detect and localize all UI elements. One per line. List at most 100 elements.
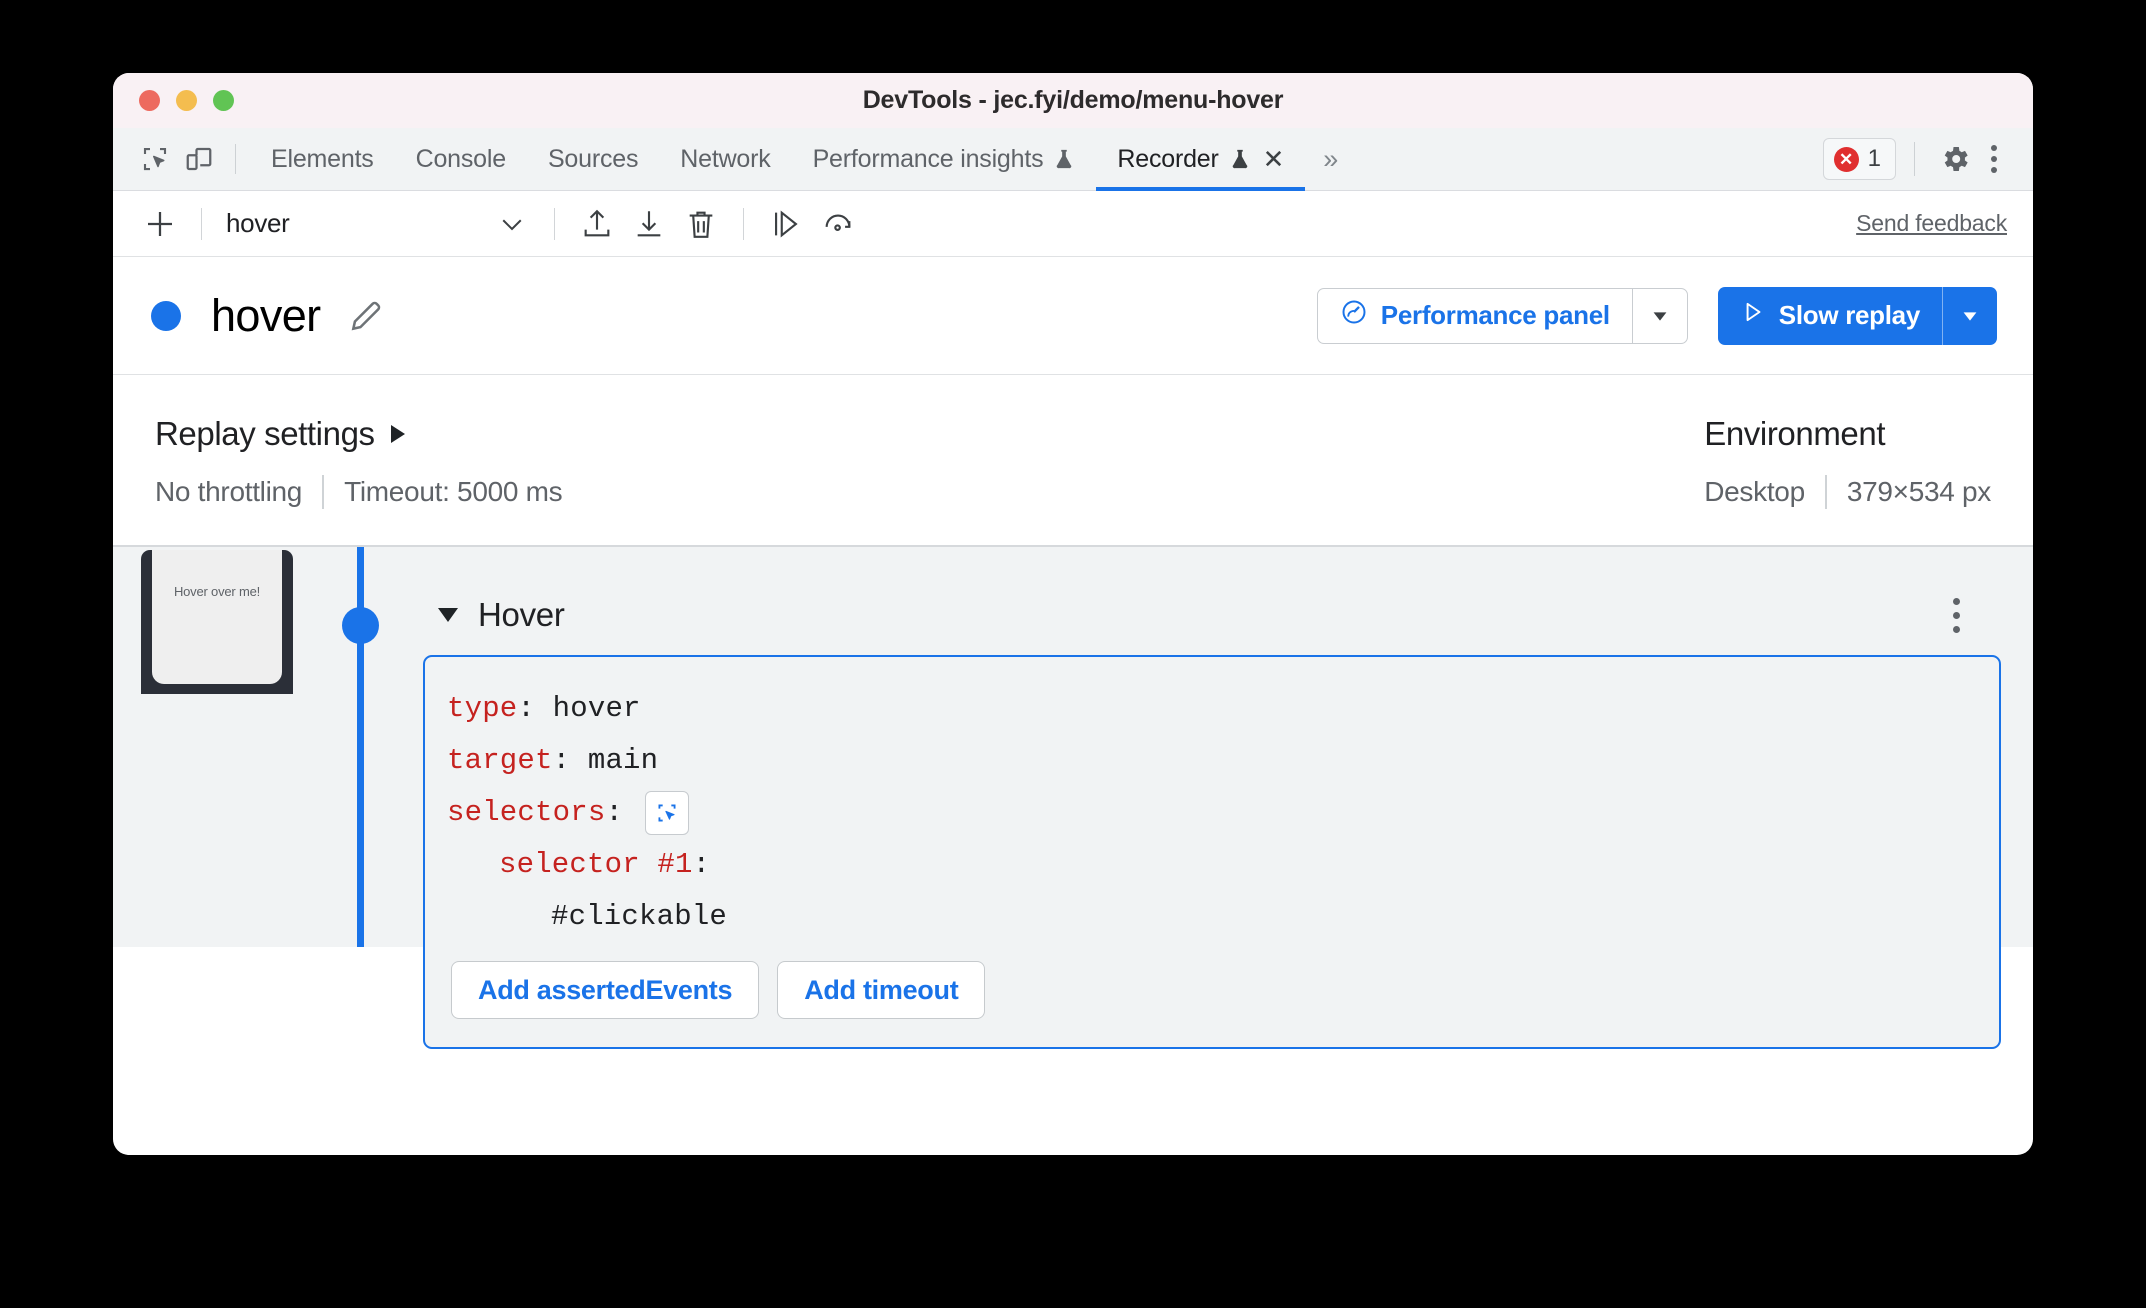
tab-performance-insights[interactable]: Performance insights: [792, 128, 1097, 191]
code-value-selector-1[interactable]: #clickable: [551, 891, 727, 943]
device-toolbar-icon[interactable]: [177, 137, 221, 181]
window-title: DevTools - jec.fyi/demo/menu-hover: [862, 86, 1284, 114]
slow-replay-main[interactable]: Slow replay: [1718, 287, 1942, 345]
code-line-selectors: selectors:: [447, 787, 1969, 839]
kebab-menu-icon[interactable]: [1939, 593, 1973, 637]
performance-panel-main[interactable]: Performance panel: [1318, 289, 1632, 343]
toolbar-divider: [235, 144, 236, 174]
performance-panel-label: Performance panel: [1380, 300, 1610, 330]
replay-icon[interactable]: [812, 199, 864, 249]
toolbar-divider: [1914, 142, 1915, 176]
devtools-tabbar: Elements Console Sources Network Perform…: [113, 128, 2033, 191]
step-icon[interactable]: [760, 199, 812, 249]
gear-icon[interactable]: [1933, 137, 1977, 181]
tab-label: Console: [415, 144, 507, 173]
toolbar-divider: [201, 207, 202, 240]
divider: [1824, 475, 1827, 509]
step-header[interactable]: Hover: [423, 585, 2001, 645]
chevron-down-icon[interactable]: [486, 199, 538, 249]
tabbar-right-controls: ✕ 1: [1822, 137, 2011, 181]
code-key-type: type: [447, 692, 518, 725]
replay-settings-toggle[interactable]: Replay settings: [155, 415, 562, 453]
add-asserted-events-button[interactable]: Add assertedEvents: [451, 961, 760, 1019]
performance-icon: [1340, 298, 1368, 333]
code-colon: :: [692, 848, 711, 881]
toolbar-divider: [554, 207, 555, 240]
recording-status-dot: [151, 300, 181, 331]
error-icon: ✕: [1833, 146, 1859, 172]
add-recording-button[interactable]: [135, 199, 185, 249]
tab-elements[interactable]: Elements: [250, 128, 395, 191]
panel-tabs: Elements Console Sources Network Perform…: [250, 128, 1306, 191]
code-colon: :: [517, 692, 553, 725]
replay-settings-column: Replay settings No throttling Timeout: 5…: [155, 415, 563, 545]
recording-selector-label[interactable]: hover: [218, 208, 486, 239]
timeline-step-marker[interactable]: [342, 607, 379, 644]
throttling-value: No throttling: [155, 476, 303, 507]
devtools-window: DevTools - jec.fyi/demo/menu-hover Eleme…: [113, 73, 2033, 1155]
tab-console[interactable]: Console: [395, 128, 527, 191]
triangle-right-icon[interactable]: [390, 425, 405, 443]
code-colon: :: [552, 744, 588, 777]
code-key-selectors: selectors: [447, 796, 606, 829]
steps-list: Hover over me! Hover type: hover target:…: [113, 547, 2033, 1049]
add-timeout-button[interactable]: Add timeout: [777, 961, 986, 1019]
code-line-selector-1-value: #clickable: [447, 891, 1969, 943]
close-icon[interactable]: ✕: [1263, 146, 1285, 172]
tab-label: Performance insights: [812, 144, 1044, 173]
chevron-down-icon[interactable]: [1943, 287, 1997, 345]
experiment-flask-icon: [1053, 147, 1075, 171]
code-key-target: target: [447, 744, 553, 777]
error-count-badge[interactable]: ✕ 1: [1822, 138, 1896, 180]
thumbnail-text: Hover over me!: [173, 584, 261, 599]
kebab-menu-icon[interactable]: [1977, 139, 2011, 179]
replay-settings-strip: Replay settings No throttling Timeout: 5…: [113, 375, 2033, 547]
environment-column: Environment Desktop 379×534 px: [1704, 415, 1991, 545]
toolbar-divider: [743, 207, 744, 240]
play-icon: [1740, 299, 1766, 332]
header-actions: Performance panel Slow replay: [1316, 286, 1997, 345]
tab-recorder[interactable]: Recorder ✕: [1096, 128, 1306, 191]
window-titlebar: DevTools - jec.fyi/demo/menu-hover: [113, 73, 2033, 128]
slow-replay-label: Slow replay: [1778, 300, 1921, 330]
code-line-target: target: main: [447, 735, 1969, 787]
device-value: Desktop: [1704, 476, 1805, 507]
device-mockup: Hover over me!: [141, 550, 293, 694]
inspect-element-icon[interactable]: [133, 137, 177, 181]
pencil-icon[interactable]: [347, 297, 385, 335]
timeout-value: Timeout: 5000 ms: [344, 476, 563, 507]
code-value-type[interactable]: hover: [553, 683, 641, 735]
tab-label: Sources: [547, 144, 639, 173]
tab-label: Recorder: [1117, 144, 1219, 173]
chevron-down-icon[interactable]: [1633, 289, 1687, 343]
tab-sources[interactable]: Sources: [527, 128, 659, 191]
recording-header: hover Performance panel Slow replay: [113, 257, 2033, 375]
upload-icon[interactable]: [571, 199, 623, 249]
environment-summary: Desktop 379×534 px: [1704, 475, 1991, 509]
slow-replay-button[interactable]: Slow replay: [1717, 286, 1997, 345]
triangle-down-icon[interactable]: [438, 608, 458, 622]
tab-label: Network: [680, 144, 771, 173]
code-key-selector-1: selector #1: [499, 848, 693, 881]
code-line-selector-1-key: selector #1:: [447, 839, 1969, 891]
code-value-target[interactable]: main: [588, 735, 658, 787]
code-line-type: type: hover: [447, 683, 1969, 735]
replay-settings-summary: No throttling Timeout: 5000 ms: [155, 475, 563, 509]
error-count: 1: [1867, 145, 1881, 172]
tab-network[interactable]: Network: [659, 128, 791, 191]
cursor-select-icon[interactable]: [645, 791, 690, 835]
device-screen: Hover over me!: [152, 550, 282, 684]
page-title: hover: [211, 289, 321, 341]
replay-settings-label: Replay settings: [155, 415, 375, 452]
step-add-buttons: Add assertedEvents Add timeout: [447, 961, 1969, 1019]
more-tabs-icon[interactable]: »: [1305, 144, 1352, 175]
send-feedback-link[interactable]: Send feedback: [1856, 210, 2007, 237]
step-screenshot-thumbnail[interactable]: Hover over me!: [141, 550, 293, 694]
trash-icon[interactable]: [675, 199, 727, 249]
step-hover: Hover type: hover target: main selectors…: [423, 585, 2001, 1049]
performance-panel-button[interactable]: Performance panel: [1316, 287, 1688, 344]
recorder-toolbar: hover Send feedback: [113, 191, 2033, 257]
screenshot-stage: DevTools - jec.fyi/demo/menu-hover Eleme…: [0, 0, 2146, 1308]
download-icon[interactable]: [623, 199, 675, 249]
step-detail-card: type: hover target: main selectors: sele…: [423, 655, 2001, 1049]
